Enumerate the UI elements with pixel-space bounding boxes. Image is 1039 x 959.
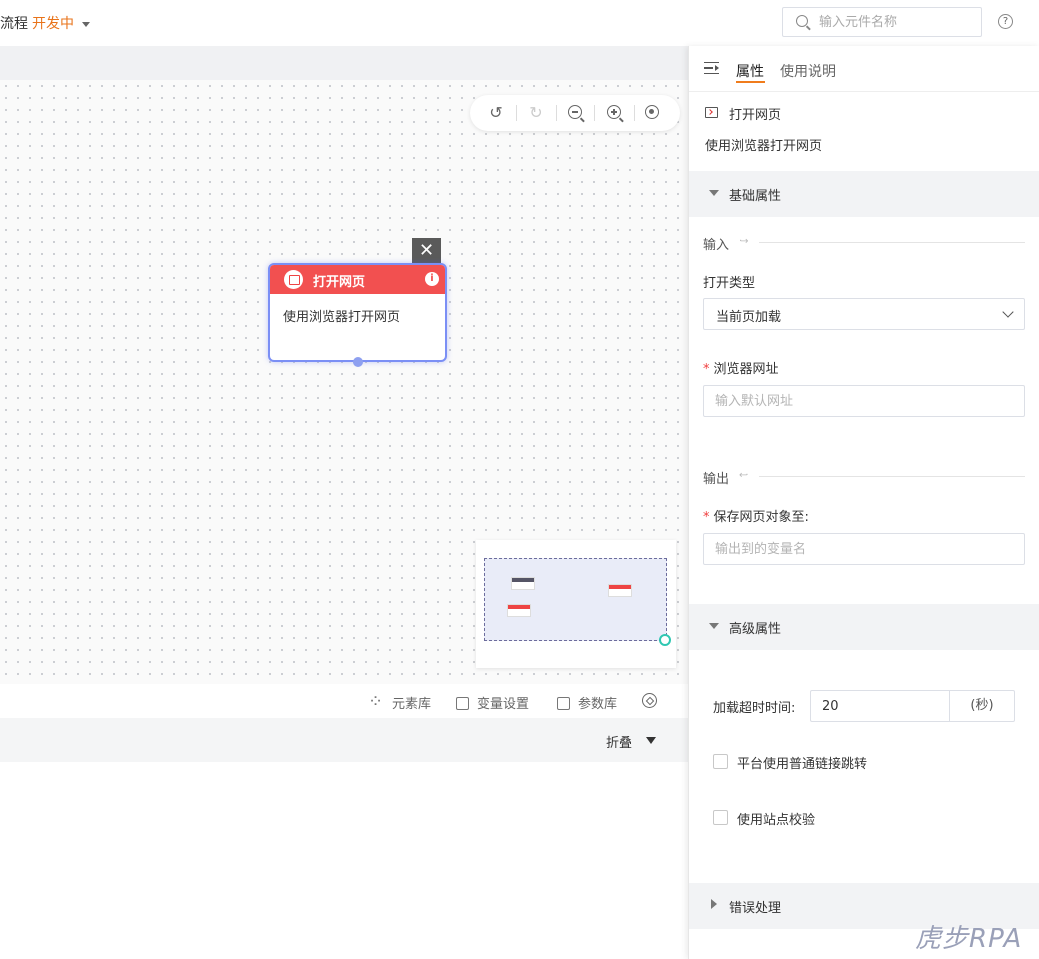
required-mark: * bbox=[703, 362, 710, 377]
list-icon bbox=[557, 697, 570, 710]
toolbar-divider bbox=[634, 105, 635, 121]
terminal-icon bbox=[284, 270, 303, 289]
flow-node-open-webpage[interactable]: 打开网页 i 使用浏览器打开网页 bbox=[268, 263, 447, 367]
open-type-select[interactable]: 当前页加载 bbox=[703, 298, 1025, 330]
output-divider-label: 输出 bbox=[703, 472, 730, 487]
node-header: 打开网页 i bbox=[270, 265, 445, 294]
collapse-panel-icon[interactable] bbox=[704, 62, 719, 74]
section-title: 错误处理 bbox=[729, 901, 782, 916]
advanced-properties-header[interactable]: 高级属性 bbox=[689, 604, 1039, 650]
help-icon[interactable]: ? bbox=[998, 14, 1013, 29]
component-name: 打开网页 bbox=[729, 108, 782, 123]
arrow-left-icon: ←· bbox=[739, 470, 748, 481]
url-label: * 浏览器网址 bbox=[703, 358, 779, 377]
grid-icon bbox=[368, 691, 384, 712]
save-label: * 保存网页对象至: bbox=[703, 506, 809, 525]
log-panel-bar: 折叠 bbox=[0, 718, 688, 762]
status-label[interactable]: 开发中 bbox=[32, 16, 74, 32]
toolbar-divider bbox=[556, 105, 557, 121]
divider bbox=[759, 242, 1025, 243]
minimap[interactable] bbox=[476, 540, 676, 668]
undo-icon[interactable]: ↺ bbox=[486, 103, 506, 123]
element-library-link[interactable]: 元素库 bbox=[368, 691, 432, 712]
bottom-toolbar: 元素库 变量设置 参数库 bbox=[0, 684, 688, 718]
search-icon bbox=[796, 15, 808, 27]
active-tab-indicator bbox=[736, 81, 765, 83]
minimap-resize-handle[interactable] bbox=[659, 634, 671, 646]
toolbar-divider bbox=[516, 105, 517, 121]
parameter-library-label: 参数库 bbox=[578, 697, 618, 712]
timeout-label: 加载超时时间: bbox=[713, 701, 796, 716]
caret-down-icon[interactable] bbox=[646, 737, 656, 744]
compass-icon[interactable] bbox=[642, 693, 657, 708]
terminal-icon bbox=[705, 107, 718, 118]
caret-down-icon bbox=[709, 623, 719, 629]
section-title: 高级属性 bbox=[729, 622, 782, 637]
site-verify-checkbox[interactable] bbox=[713, 810, 728, 825]
node-output-port[interactable] bbox=[353, 357, 363, 367]
info-icon[interactable]: i bbox=[425, 272, 439, 286]
arrow-right-icon: ·→ bbox=[739, 236, 748, 247]
component-description: 使用浏览器打开网页 bbox=[705, 139, 823, 154]
locate-icon[interactable] bbox=[643, 103, 663, 123]
zoom-in-icon[interactable] bbox=[605, 103, 625, 123]
output-variable-input[interactable] bbox=[703, 533, 1025, 565]
caret-down-icon bbox=[709, 190, 719, 196]
minimap-node bbox=[507, 604, 531, 617]
variable-settings-label: 变量设置 bbox=[477, 697, 530, 712]
search-box[interactable] bbox=[782, 7, 982, 37]
open-type-label: 打开类型 bbox=[703, 276, 756, 291]
breadcrumb-label: 流程 bbox=[0, 16, 28, 32]
search-input[interactable] bbox=[819, 12, 969, 32]
top-bar: 流程开发中 ? bbox=[0, 0, 1039, 46]
parameter-library-link[interactable]: 参数库 bbox=[557, 693, 617, 712]
divider bbox=[759, 476, 1025, 477]
timeout-input[interactable] bbox=[810, 690, 950, 722]
node-description: 使用浏览器打开网页 bbox=[283, 310, 401, 325]
site-verify-label[interactable]: 使用站点校验 bbox=[737, 809, 815, 828]
zoom-out-icon[interactable] bbox=[566, 103, 586, 123]
caret-right-icon bbox=[711, 899, 717, 909]
toolbar-divider bbox=[594, 105, 595, 121]
fold-button[interactable]: 折叠 bbox=[606, 732, 632, 751]
canvas-toolbar: ↺ ↻ bbox=[470, 95, 680, 131]
required-mark: * bbox=[703, 510, 710, 525]
save-label-text: 保存网页对象至: bbox=[713, 510, 809, 525]
chevron-down-icon bbox=[1002, 306, 1014, 318]
watermark: 虎步RPA bbox=[915, 924, 1023, 954]
tab-properties[interactable]: 属性 bbox=[736, 61, 764, 81]
minimap-node bbox=[511, 577, 535, 590]
breadcrumb[interactable]: 流程 开发中 bbox=[0, 13, 90, 33]
close-icon[interactable]: ✕ bbox=[412, 238, 441, 265]
open-type-value: 当前页加载 bbox=[716, 310, 782, 325]
minimap-node bbox=[608, 584, 632, 597]
minimap-viewport[interactable] bbox=[484, 558, 667, 641]
element-library-label: 元素库 bbox=[392, 697, 432, 712]
url-input[interactable] bbox=[703, 385, 1025, 417]
section-title: 基础属性 bbox=[729, 189, 782, 204]
normal-link-jump-label[interactable]: 平台使用普通链接跳转 bbox=[737, 753, 867, 772]
tab-usage[interactable]: 使用说明 bbox=[780, 61, 836, 81]
redo-icon[interactable]: ↻ bbox=[526, 103, 546, 123]
url-label-text: 浏览器网址 bbox=[713, 362, 779, 377]
normal-link-jump-checkbox[interactable] bbox=[713, 754, 728, 769]
node-title: 打开网页 bbox=[313, 275, 366, 290]
timeout-unit: (秒) bbox=[949, 690, 1015, 722]
input-divider-label: 输入 bbox=[703, 238, 730, 253]
chevron-down-icon[interactable] bbox=[82, 21, 90, 27]
panel-tabs: 属性 使用说明 bbox=[689, 46, 1039, 92]
canvas-tab-strip bbox=[0, 46, 688, 80]
list-icon bbox=[456, 697, 469, 710]
properties-panel: 属性 使用说明 打开网页 使用浏览器打开网页 基础属性 输入 ·→ 打开类型 当… bbox=[688, 46, 1039, 959]
basic-properties-header[interactable]: 基础属性 bbox=[689, 171, 1039, 217]
variable-settings-link[interactable]: 变量设置 bbox=[456, 693, 529, 712]
